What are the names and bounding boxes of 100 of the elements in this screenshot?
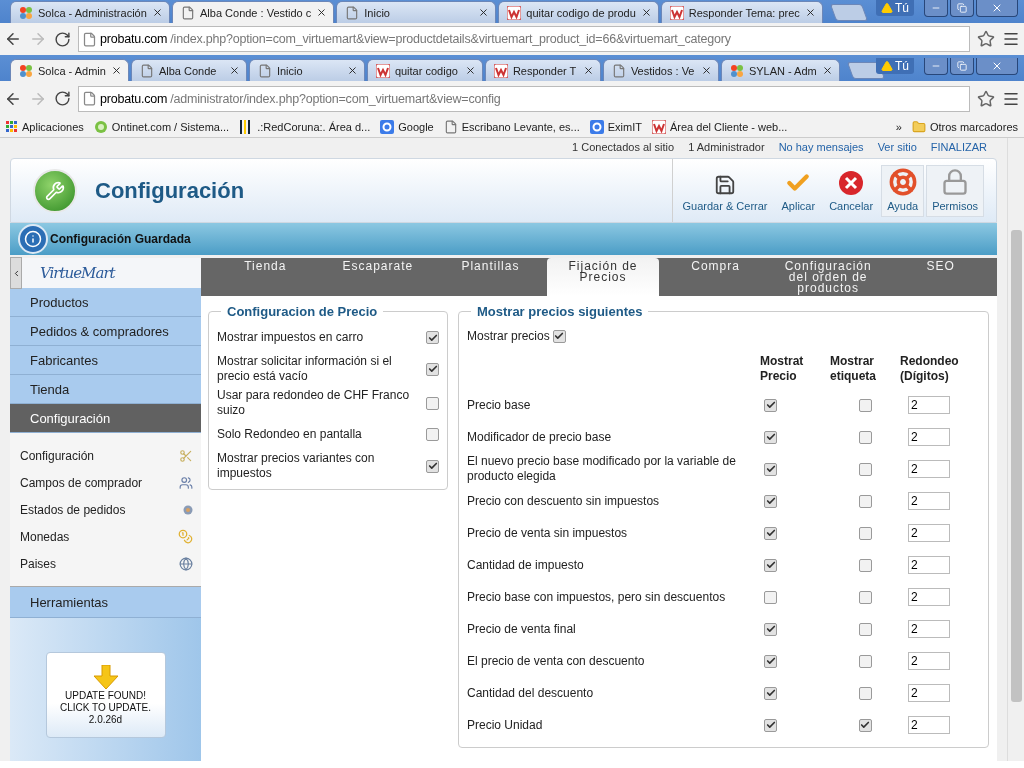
minimize-button[interactable] <box>924 0 948 17</box>
close-icon[interactable] <box>152 7 163 18</box>
browser-tab[interactable]: Solca - Administración <box>10 1 170 23</box>
checkbox[interactable] <box>764 590 777 604</box>
bookmark[interactable]: Área del Cliente - web... <box>652 119 788 134</box>
status-link[interactable]: No hay mensajes <box>778 141 864 153</box>
browser-tab[interactable]: Solca - Admin <box>10 59 129 81</box>
toolbar-button[interactable]: Aplicar <box>775 165 822 217</box>
close-icon[interactable] <box>110 65 122 76</box>
checkbox[interactable] <box>858 462 872 476</box>
browser-tab[interactable]: SYLAN - Adm <box>720 59 840 81</box>
checkbox[interactable] <box>858 654 872 668</box>
star-icon[interactable] <box>977 30 995 48</box>
close-icon[interactable] <box>346 65 358 76</box>
close-icon[interactable] <box>478 7 490 18</box>
digits-field[interactable]: 2 <box>908 620 950 638</box>
close-icon[interactable] <box>464 65 476 76</box>
bookmark[interactable]: .:RedCoruna:. Área d... <box>239 119 371 134</box>
bookmark[interactable]: Escribano Levante, es... <box>443 119 580 134</box>
checkbox[interactable] <box>858 494 872 508</box>
toolbar-button[interactable]: Ayuda <box>881 165 925 217</box>
close-icon[interactable] <box>700 65 712 76</box>
checkbox[interactable] <box>426 331 439 344</box>
status-link[interactable]: 1 Administrador <box>688 141 765 153</box>
browser-tab[interactable]: Responder T <box>484 59 601 81</box>
user-badge[interactable]: Tú <box>876 0 914 16</box>
checkbox[interactable] <box>858 590 872 604</box>
digits-field[interactable]: 2 <box>908 524 950 542</box>
checkbox[interactable] <box>426 362 439 376</box>
sidebar-item[interactable]: Fabricantes <box>10 346 201 375</box>
checkbox[interactable] <box>764 398 777 412</box>
sidebar-item[interactable]: Herramientas <box>10 587 201 618</box>
bookmark[interactable]: EximIT <box>589 119 642 134</box>
digits-field[interactable]: 2 <box>908 396 950 414</box>
more-bookmarks[interactable]: » <box>895 120 902 133</box>
star-icon[interactable] <box>977 89 995 108</box>
close-icon[interactable] <box>821 65 833 76</box>
settings-tab[interactable]: Escaparate <box>321 258 435 296</box>
close-icon[interactable] <box>316 7 328 18</box>
settings-tab[interactable]: Plantillas <box>434 258 547 296</box>
close-icon[interactable] <box>640 7 652 18</box>
address-field[interactable]: probatu.com /administrator/index.php?option=com_virtuemart&view=config <box>78 85 970 112</box>
other-bookmarks[interactable]: Otros marcadores <box>911 119 1018 134</box>
sidebar-item[interactable]: Configuración <box>10 404 201 433</box>
close-button[interactable] <box>976 0 1018 17</box>
checkbox[interactable] <box>858 718 872 732</box>
bookmark[interactable]: Aplicaciones <box>6 120 84 133</box>
status-link[interactable]: FINALIZAR <box>930 141 987 153</box>
digits-field[interactable]: 2 <box>908 716 950 734</box>
settings-tab[interactable]: Configuración del orden de productos <box>771 258 885 296</box>
menu-icon[interactable] <box>1002 30 1020 48</box>
settings-tab[interactable]: Compra <box>659 258 772 296</box>
checkbox[interactable] <box>858 558 872 572</box>
checkbox[interactable] <box>858 430 872 444</box>
toolbar-button[interactable]: Guardar & Cerrar <box>676 165 774 217</box>
digits-field[interactable]: 2 <box>908 684 950 702</box>
maximize-button[interactable] <box>950 0 974 17</box>
settings-tab[interactable]: SEO <box>884 258 998 296</box>
browser-tab[interactable]: Inicio <box>336 1 497 23</box>
close-icon[interactable] <box>228 65 240 76</box>
back-icon[interactable] <box>4 30 22 48</box>
checkbox[interactable] <box>858 526 872 540</box>
checkbox[interactable] <box>426 428 439 441</box>
bookmark[interactable]: Ontinet.com / Sistema... <box>93 119 230 134</box>
checkbox[interactable] <box>764 654 777 668</box>
digits-field[interactable]: 2 <box>908 556 950 574</box>
settings-tab[interactable]: Tienda <box>209 258 322 296</box>
toolbar-button[interactable]: Cancelar <box>823 165 880 217</box>
checkbox[interactable] <box>764 526 777 540</box>
digits-field[interactable]: 2 <box>908 428 950 446</box>
browser-tab[interactable]: Alba Conde <box>130 59 247 81</box>
browser-tab[interactable]: Responder Tema: prec <box>660 1 823 23</box>
checkbox[interactable] <box>426 396 439 410</box>
sidebar-item[interactable]: Pedidos & compradores <box>10 317 201 346</box>
submenu-link[interactable]: Estados de pedidos <box>20 502 126 517</box>
maximize-button[interactable] <box>950 58 974 75</box>
browser-tab[interactable]: Alba Conde : Vestido c <box>172 1 335 23</box>
checkbox[interactable] <box>764 430 777 444</box>
checkbox[interactable] <box>426 459 439 473</box>
close-button[interactable] <box>976 58 1018 75</box>
status-link[interactable]: 1 Conectados al sitio <box>572 141 675 153</box>
settings-tab[interactable]: Fijación de Precios <box>546 258 660 296</box>
digits-field[interactable]: 2 <box>908 492 950 510</box>
checkbox[interactable] <box>764 686 777 700</box>
browser-tab[interactable]: Vestidos : Ve <box>602 59 719 81</box>
submenu-link[interactable]: Monedas <box>20 529 70 544</box>
checkbox[interactable] <box>764 462 777 476</box>
submenu-link[interactable]: Campos de comprador <box>20 475 143 490</box>
minimize-button[interactable] <box>924 58 948 75</box>
checkbox[interactable] <box>764 718 777 732</box>
reload-icon[interactable] <box>54 90 71 107</box>
close-icon[interactable] <box>804 7 816 18</box>
digits-field[interactable]: 2 <box>908 652 950 670</box>
address-field[interactable]: probatu.com /index.php?option=com_virtuemart&view=productdetails&virtuemart_product_id=66&virtuemart_category <box>78 26 970 52</box>
scrollbar[interactable] <box>1007 138 1024 761</box>
user-badge[interactable]: Tú <box>876 58 914 74</box>
close-icon[interactable] <box>582 65 594 76</box>
update-button[interactable]: UPDATE FOUND! CLICK TO UPDATE. 2.0.26d <box>45 652 166 738</box>
browser-tab[interactable]: Inicio <box>248 59 365 81</box>
status-link[interactable]: Ver sitio <box>877 141 917 153</box>
